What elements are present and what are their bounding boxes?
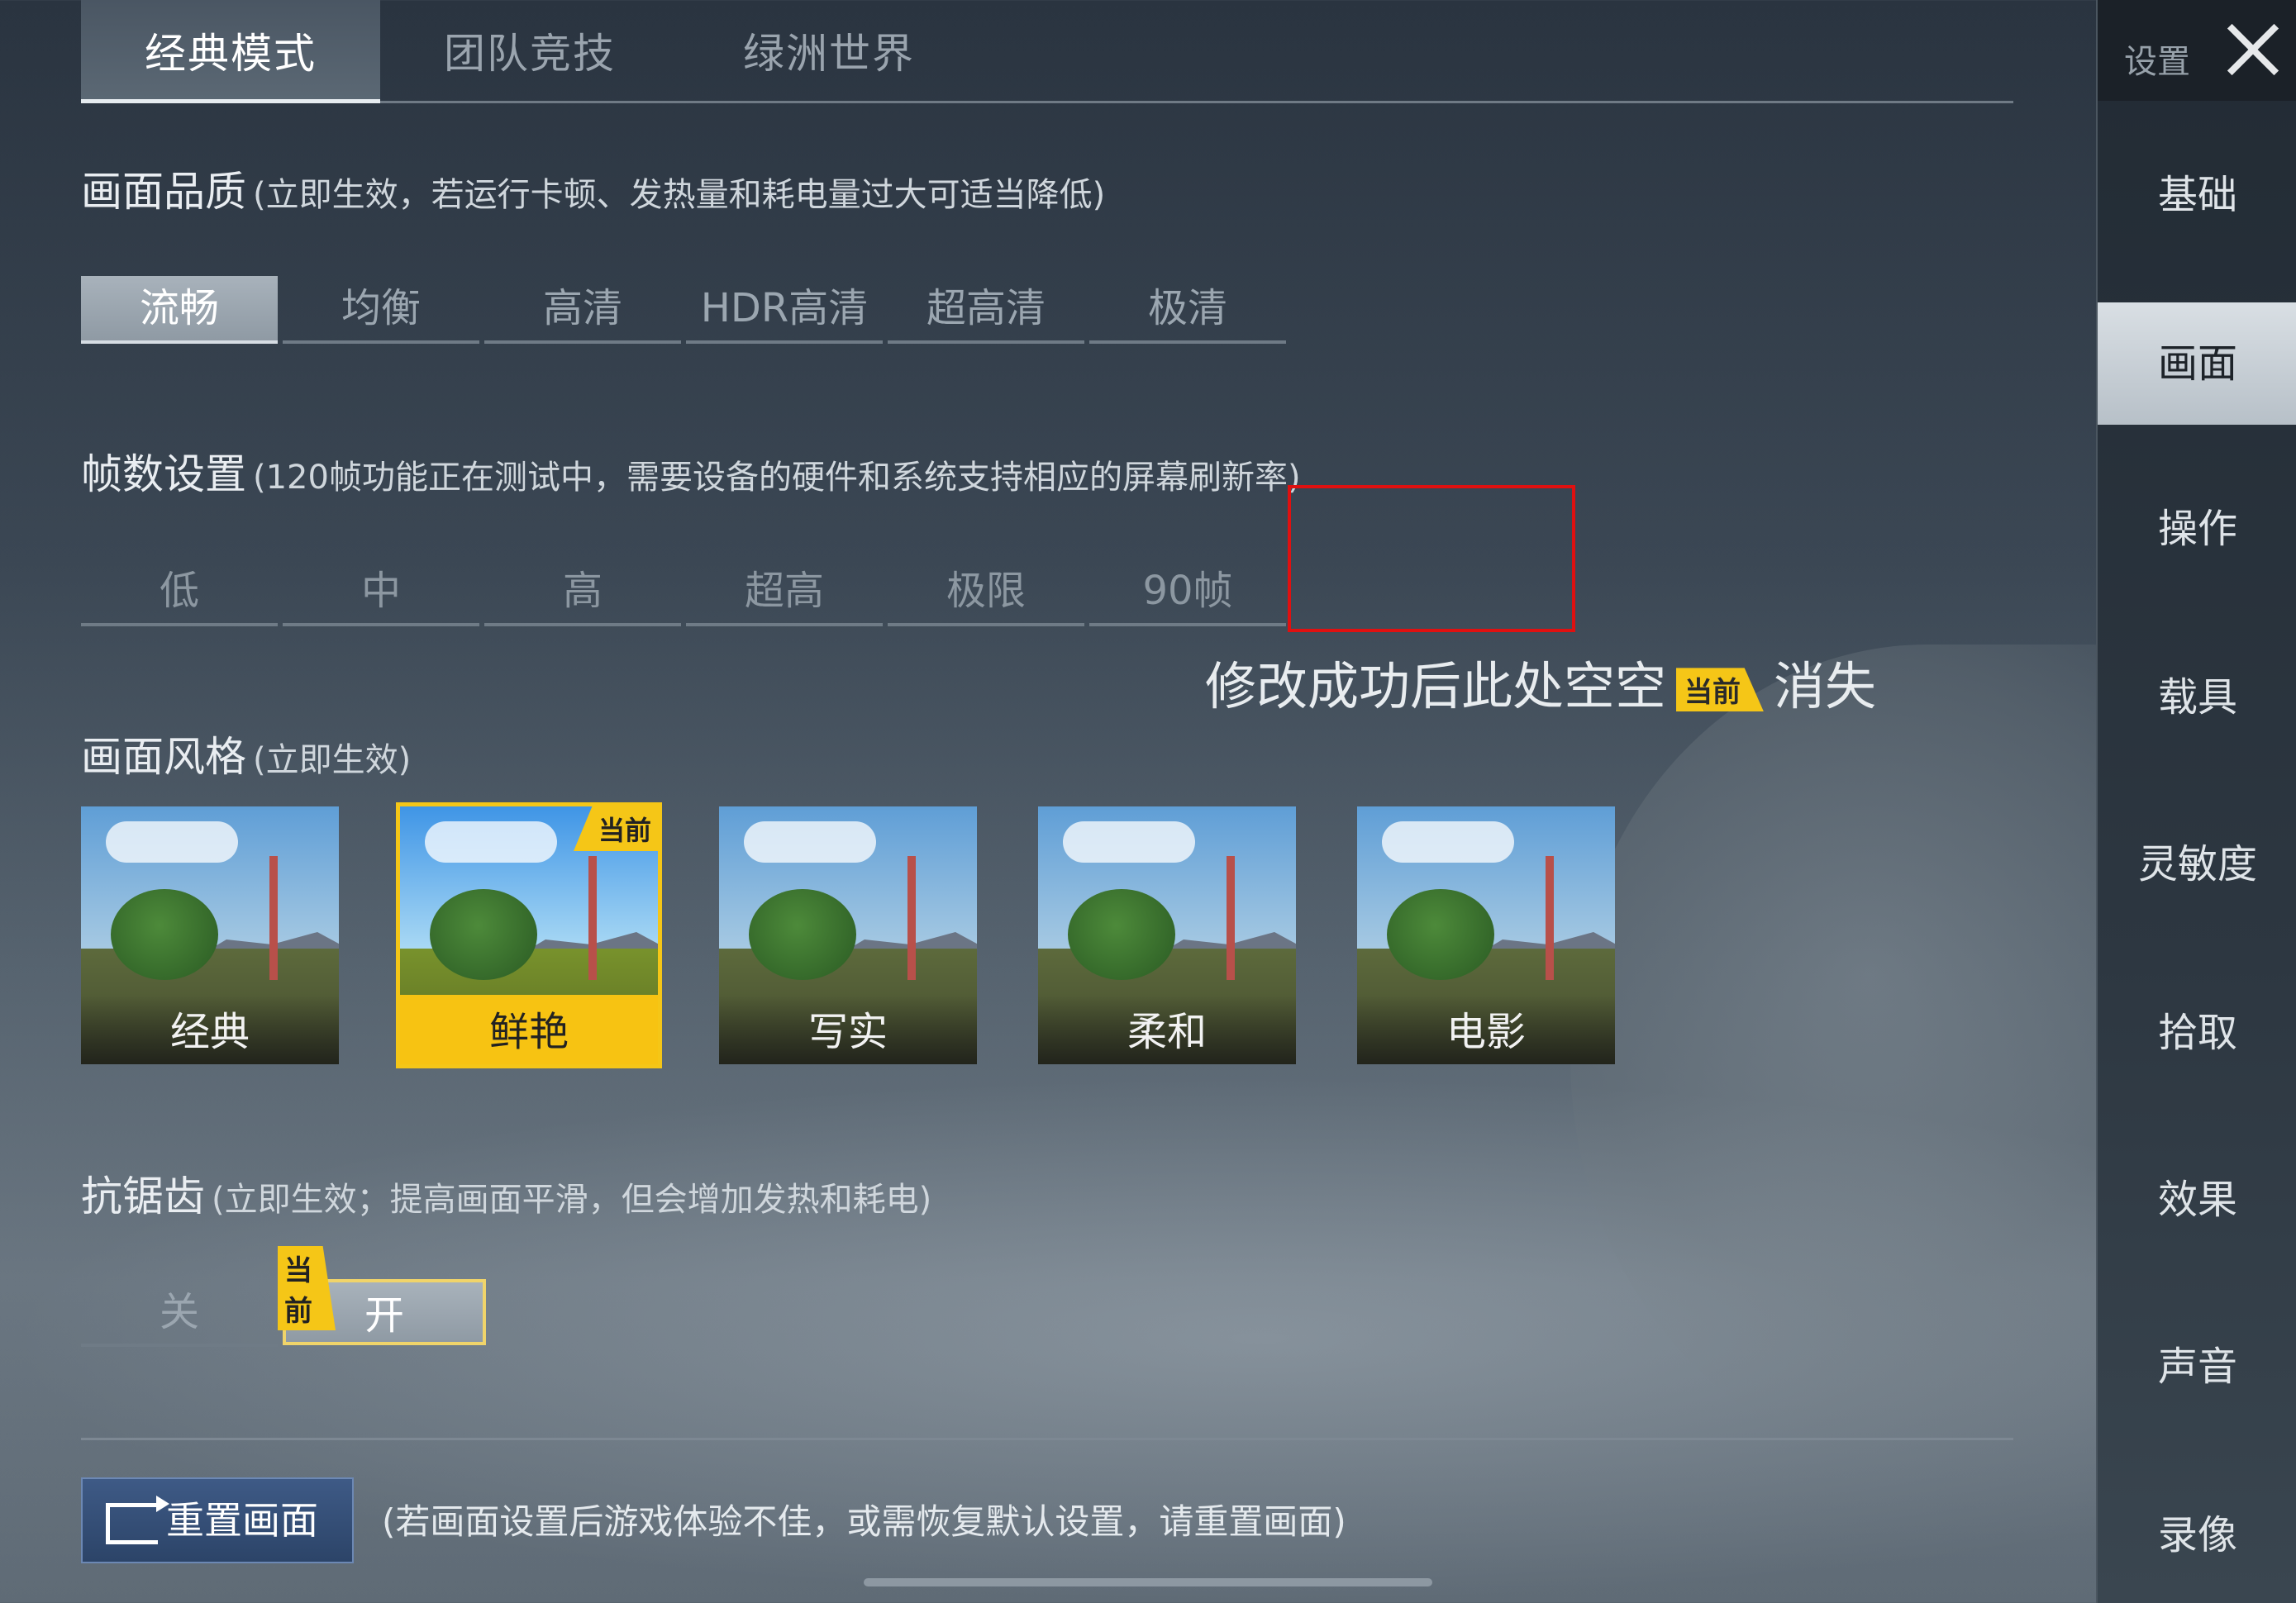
quality-option-ultra-hd[interactable]: 超高清	[888, 276, 1084, 344]
annotation-current-badge: 当前	[1676, 668, 1765, 712]
sidebar-item-graphics[interactable]: 画面	[2098, 302, 2296, 425]
settings-sidebar: 设置 基础 画面 操作 载具 灵敏度 拾取 效果 声音 录像	[2096, 0, 2296, 1603]
sidebar-item-sensitivity[interactable]: 灵敏度	[2098, 803, 2296, 925]
tree-image	[1068, 889, 1175, 980]
reset-note: (若画面设置后游戏体验不佳，或需恢复默认设置，请重置画面)	[382, 1501, 1346, 1542]
tree-image	[749, 889, 856, 980]
antialias-option-off[interactable]: 关	[81, 1279, 278, 1347]
fps-option-ultra[interactable]: 超高	[686, 559, 883, 626]
tab-classic-mode[interactable]: 经典模式	[81, 0, 380, 103]
style-card-cinematic[interactable]: 电影	[1357, 806, 1615, 1064]
style-section-title: 画面风格 (立即生效)	[81, 724, 411, 783]
annotation-highlight-box	[1288, 485, 1575, 632]
tab-team-deathmatch[interactable]: 团队竞技	[380, 0, 679, 99]
quality-option-extreme[interactable]: 极清	[1089, 276, 1286, 344]
sidebar-item-basic[interactable]: 基础	[2098, 134, 2296, 256]
style-card-classic[interactable]: 经典	[81, 806, 339, 1064]
reset-button-label: 重置画面	[166, 1498, 318, 1543]
tree-image	[1387, 889, 1494, 980]
fps-option-low[interactable]: 低	[81, 559, 278, 626]
quality-title: 画面品质	[81, 168, 246, 216]
style-card-label: 电影	[1357, 995, 1615, 1064]
reset-icon	[106, 1495, 169, 1544]
quality-section-title: 画面品质 (立即生效，若运行卡顿、发热量和耗电量过大可适当降低)	[81, 159, 1105, 218]
quality-option-smooth[interactable]: 流畅	[81, 276, 278, 344]
settings-title: 设置	[2124, 43, 2190, 81]
tower-image	[907, 856, 916, 980]
tower-image	[1546, 856, 1554, 980]
sidebar-item-pickup[interactable]: 拾取	[2098, 972, 2296, 1094]
tab-oasis-world[interactable]: 绿洲世界	[679, 0, 979, 99]
horizontal-scrollbar[interactable]	[864, 1578, 1432, 1586]
antialias-section-title: 抗锯齿 (立即生效；提高画面平滑，但会增加发热和耗电)	[81, 1163, 931, 1223]
tree-image	[430, 889, 537, 980]
quality-option-balanced[interactable]: 均衡	[283, 276, 479, 344]
sidebar-item-vehicle[interactable]: 载具	[2098, 636, 2296, 759]
style-card-label: 经典	[81, 995, 339, 1064]
reset-graphics-button[interactable]: 重置画面	[81, 1477, 354, 1563]
fps-option-medium[interactable]: 中	[283, 559, 479, 626]
fps-option-extreme[interactable]: 极限	[888, 559, 1084, 626]
sidebar-item-controls[interactable]: 操作	[2098, 468, 2296, 590]
fps-option-high[interactable]: 高	[484, 559, 681, 626]
quality-option-hdr[interactable]: HDR高清	[686, 276, 883, 344]
style-card-label: 鲜艳	[400, 995, 658, 1064]
style-card-vivid[interactable]: 当前 鲜艳	[396, 802, 662, 1068]
style-card-realistic[interactable]: 写实	[719, 806, 977, 1064]
mode-tabs: 经典模式 团队竞技 绿洲世界	[81, 0, 2013, 103]
style-card-soft[interactable]: 柔和	[1038, 806, 1296, 1064]
fps-note: (120帧功能正在测试中，需要设备的硬件和系统支持相应的屏幕刷新率)	[253, 459, 1301, 497]
fps-section-title: 帧数设置 (120帧功能正在测试中，需要设备的硬件和系统支持相应的屏幕刷新率)	[81, 441, 1301, 501]
annotation-text: 修改成功后此处空空 当前 消失	[1205, 645, 1876, 719]
fps-title: 帧数设置	[81, 450, 246, 498]
close-icon[interactable]	[2220, 21, 2286, 79]
annotation-after: 消失	[1774, 656, 1877, 716]
annotation-before: 修改成功后此处空空	[1205, 656, 1667, 716]
style-card-label: 写实	[719, 995, 977, 1064]
quality-option-hd[interactable]: 高清	[484, 276, 681, 344]
antialias-note: (立即生效；提高画面平滑，但会增加发热和耗电)	[212, 1181, 932, 1219]
style-note: (立即生效)	[253, 741, 412, 779]
sidebar-item-effects[interactable]: 效果	[2098, 1139, 2296, 1261]
sidebar-item-sound[interactable]: 声音	[2098, 1306, 2296, 1428]
tower-image	[1227, 856, 1235, 980]
quality-note: (立即生效，若运行卡顿、发热量和耗电量过大可适当降低)	[253, 176, 1106, 214]
tower-image	[588, 856, 597, 980]
tree-image	[111, 889, 218, 980]
style-title: 画面风格	[81, 733, 246, 781]
antialias-title: 抗锯齿	[81, 1173, 205, 1220]
section-divider	[81, 1438, 2013, 1440]
sidebar-header: 设置	[2098, 0, 2296, 101]
fps-option-90fps[interactable]: 90帧	[1089, 559, 1286, 626]
sidebar-item-recording[interactable]: 录像	[2098, 1474, 2296, 1596]
style-card-label: 柔和	[1038, 995, 1296, 1064]
tower-image	[269, 856, 278, 980]
